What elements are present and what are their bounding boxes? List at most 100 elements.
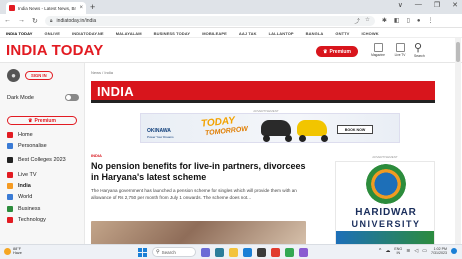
world-icon (7, 194, 13, 201)
taskbar-search-label: Search (161, 249, 176, 255)
scrollbar-thumb[interactable] (456, 42, 460, 62)
sidebar-item-india[interactable]: India (7, 181, 83, 192)
nav-item-bangla[interactable]: BANGLA (306, 31, 324, 36)
sidebar-item-technology[interactable]: Technology (7, 214, 83, 225)
maximize-button[interactable]: ❐ (434, 1, 440, 9)
home-icon (7, 131, 13, 138)
system-tray: ^ ☁ ENG IN ≋ ◁ ▭ 1:02 PM 7/31/2023 (379, 247, 457, 256)
nav-item-ichowk[interactable]: ICHOWK (361, 31, 378, 36)
sidebar-item-best-colleges[interactable]: Best Colleges 2023 (7, 151, 83, 169)
sidebar-item-label: Home (18, 131, 33, 138)
close-window-button[interactable]: ✕ (452, 1, 458, 9)
nav-item-indiatoday-ne[interactable]: INDIATODAY.NE (72, 31, 104, 36)
dark-mode-row: Dark Mode (7, 94, 79, 101)
sidebar-item-world[interactable]: World (7, 192, 83, 203)
weather-widget[interactable]: 88°F Haze (4, 247, 22, 256)
windows-start-icon[interactable] (138, 247, 147, 257)
nav-item-mobileape[interactable]: MOBILEAPE (202, 31, 227, 36)
nav-item-malayalam[interactable]: MALAYALAM (116, 31, 142, 36)
browser-tab[interactable]: India News - Latest News, Breaki × (6, 2, 86, 14)
lead-article: INDIA No pension benefits for live-in pa… (91, 153, 306, 201)
search-icon[interactable]: ⚲ (414, 41, 422, 54)
sidebar-item-live-tv[interactable]: Live TV (7, 169, 83, 180)
site-logo[interactable]: INDIA TODAY (6, 42, 104, 59)
main-content: News / India INDIA ADVERTISEMENT OKINAWA… (85, 63, 447, 244)
windows-taskbar: 88°F Haze ⚲ Search ^ ☁ ENG IN ≋ ◁ ▭ 1:02… (0, 244, 462, 259)
nav-item-lallantop[interactable]: LALLANTOP (269, 31, 294, 36)
masthead: INDIA TODAY ♛ Premium Magazine Live TV ⚲… (0, 38, 462, 63)
sidebar-item-business[interactable]: Business (7, 203, 83, 214)
clock[interactable]: 1:02 PM 7/31/2023 (431, 247, 447, 256)
sidebar-item-home[interactable]: Home (7, 129, 83, 140)
section-banner: INDIA (91, 81, 435, 103)
wifi-icon[interactable]: ≋ (406, 248, 410, 254)
sidebar-item-label: Personalise (18, 142, 47, 149)
edge-icon[interactable] (243, 247, 252, 257)
sidebar-item-label: India (18, 183, 31, 190)
chrome-icon[interactable] (285, 247, 294, 257)
app-icon[interactable] (299, 247, 308, 257)
page-scrollbar[interactable] (455, 38, 461, 244)
article-headline[interactable]: No pension benefits for live-in partners… (91, 161, 306, 183)
personalise-icon (7, 142, 13, 149)
sign-in-button[interactable]: SIGN IN (25, 71, 53, 80)
taskbar-search[interactable]: ⚲ Search (152, 247, 196, 257)
dark-mode-toggle[interactable] (65, 94, 79, 101)
file-explorer-icon[interactable] (229, 247, 238, 257)
graduation-cap-icon (7, 157, 13, 164)
avatar[interactable]: ● (7, 69, 20, 82)
scooter-image (261, 120, 291, 136)
sidebar-item-label: World (18, 194, 33, 201)
store-icon[interactable] (257, 247, 266, 257)
magazine-link[interactable]: Magazine (370, 43, 386, 57)
sun-icon (4, 247, 11, 255)
nav-item-gnlive[interactable]: GNLIVE (45, 31, 61, 36)
chat-icon[interactable] (215, 247, 224, 257)
article-kicker[interactable]: INDIA (91, 153, 306, 158)
article-image[interactable] (91, 221, 306, 244)
scooter-wheel (299, 135, 306, 142)
minimize-button[interactable]: — (415, 1, 422, 9)
notification-icon[interactable] (451, 248, 457, 255)
mail-icon[interactable] (271, 247, 280, 257)
menu-icon[interactable]: ⋮ (428, 17, 434, 24)
puzzle-icon[interactable]: ◧ (394, 17, 400, 24)
nav-item-gnttv[interactable]: GNTTV (335, 31, 349, 36)
breadcrumb[interactable]: News / India (91, 70, 113, 75)
lock-icon: 🔒︎ (49, 17, 53, 24)
task-view-icon[interactable] (201, 247, 210, 257)
forward-icon[interactable]: → (18, 17, 25, 24)
url-field[interactable]: 🔒︎ indiatoday.in/india ⤴ ☆ (44, 15, 375, 26)
chevron-up-icon[interactable]: ^ (379, 248, 381, 254)
live-tv-label: Live TV (394, 53, 406, 57)
back-icon[interactable]: ← (4, 17, 11, 24)
nav-item-aaj-tak[interactable]: AAJ TAK (239, 31, 257, 36)
sidebar: ● SIGN IN Dark Mode ♛ Premium Home Perso… (0, 63, 85, 244)
tab-close-icon[interactable]: × (79, 5, 83, 11)
nav-item-business-today[interactable]: BUSINESS TODAY (154, 31, 191, 36)
sidebar-item-personalise[interactable]: Personalise (7, 140, 83, 151)
reload-icon[interactable]: ↻ (32, 17, 38, 25)
extensions-icon[interactable]: ✱ (382, 17, 387, 24)
profile-icon[interactable]: ● (417, 18, 421, 24)
banner-advertisement[interactable]: OKINAWA Power Your Dreams TODAY TOMORROW… (140, 113, 400, 143)
sidebar-icon[interactable]: ▯ (407, 17, 410, 24)
nav-item-india-today[interactable]: INDIA TODAY (6, 31, 33, 36)
bookmark-star-icon[interactable]: ☆ (365, 17, 370, 25)
share-icon[interactable]: ⤴ (354, 17, 360, 25)
sidebar-item-label: Business (18, 205, 41, 212)
tab-search-icon[interactable]: ∨ (398, 1, 403, 9)
language-indicator[interactable]: ENG IN (394, 247, 402, 255)
sidebar-premium-button[interactable]: ♛ Premium (7, 116, 77, 125)
university-emblem-icon (366, 164, 406, 204)
new-tab-button[interactable]: + (90, 2, 95, 12)
page-title: INDIA (97, 84, 134, 99)
ad-book-now-button[interactable]: BOOK NOW (337, 125, 373, 134)
side-advertisement[interactable]: HARIDWAR UNIVERSITY (335, 161, 435, 244)
battery-icon[interactable]: ▭ (422, 248, 427, 254)
premium-button[interactable]: ♛ Premium (316, 46, 358, 57)
search-label[interactable]: Search (414, 54, 425, 58)
live-tv-link[interactable]: Live TV (392, 43, 408, 57)
volume-icon[interactable]: ◁ (414, 248, 418, 254)
cloud-icon[interactable]: ☁ (385, 248, 390, 254)
